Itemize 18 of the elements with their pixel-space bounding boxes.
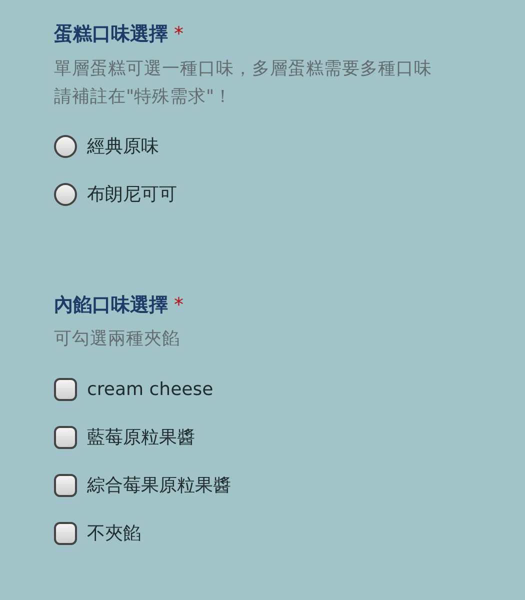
question-description: 單層蛋糕可選一種口味，多層蛋糕需要多種口味 請補註在"特殊需求"！ (54, 58, 433, 108)
checkbox[interactable] (54, 474, 77, 496)
question-title: 蛋糕口味選擇 (54, 22, 168, 47)
question-description: 可勾選兩種夾餡 (54, 328, 181, 351)
checkbox[interactable] (54, 522, 77, 544)
question-title: 內餡口味選擇 (54, 292, 168, 318)
option-label[interactable]: 布朗尼可可 (87, 181, 177, 208)
checkbox[interactable] (54, 378, 77, 400)
option-label[interactable]: cream cheese (87, 376, 214, 402)
radio-button[interactable] (54, 183, 77, 206)
required-asterisk: * (174, 22, 184, 47)
option-label[interactable]: 不夾餡 (87, 520, 141, 546)
option-label[interactable]: 經典原味 (87, 133, 159, 160)
required-asterisk: * (174, 292, 184, 318)
radio-button[interactable] (54, 135, 77, 158)
checkbox[interactable] (54, 426, 77, 448)
option-label[interactable]: 藍莓原粒果醬 (87, 424, 195, 450)
option-label[interactable]: 綜合莓果原粒果醬 (87, 472, 231, 498)
